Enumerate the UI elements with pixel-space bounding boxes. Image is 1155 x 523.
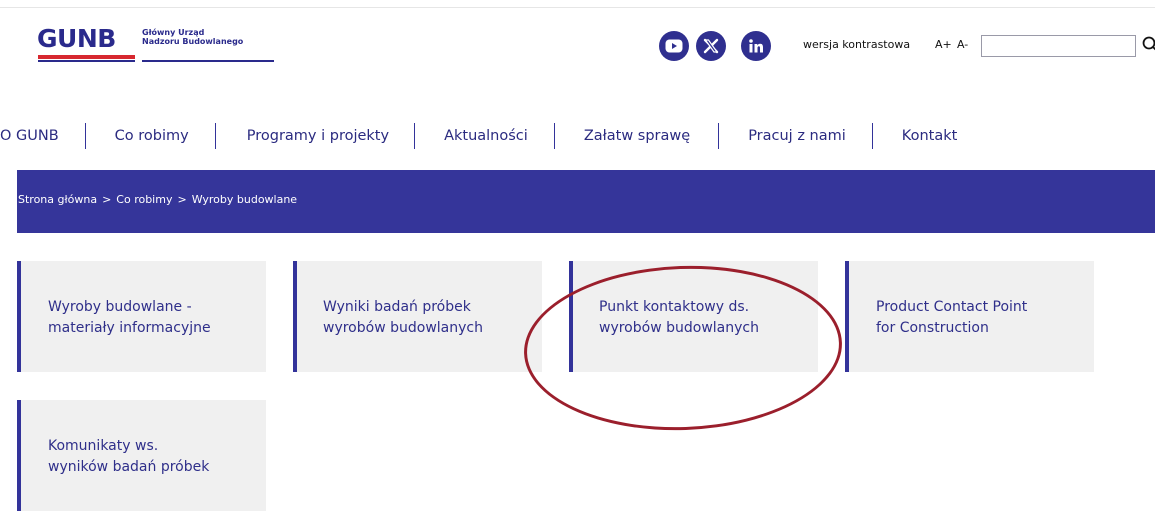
- tile-label: Punkt kontaktowy ds. wyrobów budowlanych: [599, 299, 759, 336]
- contrast-toggle[interactable]: wersja kontrastowa: [803, 38, 910, 51]
- breadcrumb-current: Wyroby budowlane: [191, 193, 298, 206]
- breadcrumb: Strona główna > Co robimy > Wyroby budowlane: [18, 193, 297, 206]
- gunb-logo[interactable]: GUNB Główny Urząd Nadzoru Budowlanego: [37, 24, 274, 66]
- nav-item-aktualnosci[interactable]: Aktualności: [444, 128, 528, 144]
- nav-separator: [553, 123, 555, 149]
- font-decrease-button[interactable]: A-: [957, 38, 968, 51]
- breadcrumb-co-robimy[interactable]: Co robimy: [116, 193, 172, 206]
- nav-separator: [84, 123, 86, 149]
- tile-label: Komunikaty ws. wyników badań próbek: [48, 438, 210, 475]
- tile-label: Product Contact Point for Construction: [876, 299, 1028, 336]
- logo-caption: Główny Urząd Nadzoru Budowlanego: [142, 28, 243, 46]
- main-nav: O GUNB Co robimy Programy i projekty Akt…: [0, 120, 957, 152]
- nav-separator: [414, 123, 416, 149]
- logo-caption-line1: Główny Urząd: [142, 28, 205, 37]
- top-divider: [0, 7, 1155, 8]
- search-input[interactable]: [981, 35, 1136, 57]
- nav-separator: [871, 123, 873, 149]
- x-icon[interactable]: [696, 31, 726, 61]
- breadcrumb-separator: >: [102, 193, 112, 206]
- breadcrumb-home[interactable]: Strona główna: [18, 193, 97, 206]
- nav-item-zalatw-sprawe[interactable]: Załatw sprawę: [584, 128, 690, 144]
- tile-product-contact-point[interactable]: Product Contact Point for Construction: [845, 261, 1094, 372]
- logo-red-bar: [38, 55, 135, 59]
- nav-item-programy[interactable]: Programy i projekty: [247, 128, 389, 144]
- linkedin-icon[interactable]: [741, 31, 771, 61]
- nav-item-pracuj-z-nami[interactable]: Pracuj z nami: [748, 128, 846, 144]
- nav-separator: [718, 123, 720, 149]
- tile-punkt-kontaktowy[interactable]: Punkt kontaktowy ds. wyrobów budowlanych: [569, 261, 818, 372]
- youtube-icon[interactable]: [659, 31, 689, 61]
- logo-underline: [142, 60, 274, 62]
- breadcrumb-band: Strona główna > Co robimy > Wyroby budowlane: [17, 170, 1155, 233]
- tile-wyniki-badan[interactable]: Wyniki badań próbek wyrobów budowlanych: [293, 261, 542, 372]
- nav-item-co-robimy[interactable]: Co robimy: [115, 128, 189, 144]
- tile-label: Wyroby budowlane - materiały informacyjn…: [48, 299, 211, 336]
- nav-separator: [214, 123, 216, 149]
- tile-label: Wyniki badań próbek wyrobów budowlanych: [323, 299, 483, 336]
- tile-materialy-informacyjne[interactable]: Wyroby budowlane - materiały informacyjn…: [17, 261, 266, 372]
- logo-blue-bar: [38, 60, 135, 62]
- search-icon[interactable]: [1141, 35, 1155, 55]
- font-increase-button[interactable]: A+: [935, 38, 952, 51]
- nav-item-kontakt[interactable]: Kontakt: [902, 128, 958, 144]
- nav-item-o-gunb[interactable]: O GUNB: [0, 128, 59, 144]
- logo-caption-line2: Nadzoru Budowlanego: [142, 37, 244, 46]
- logo-mark: GUNB: [37, 24, 116, 53]
- breadcrumb-separator: >: [177, 193, 187, 206]
- tile-komunikaty[interactable]: Komunikaty ws. wyników badań próbek: [17, 400, 266, 511]
